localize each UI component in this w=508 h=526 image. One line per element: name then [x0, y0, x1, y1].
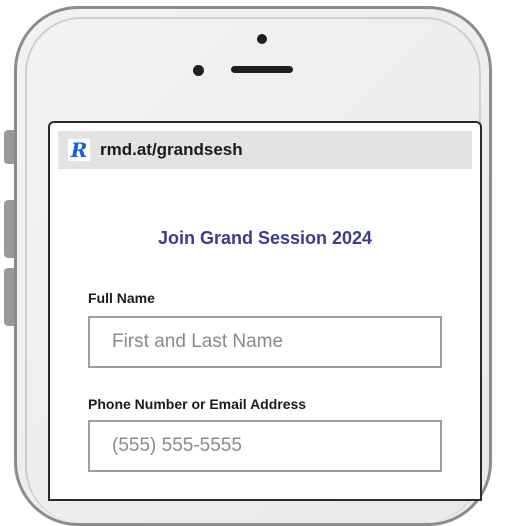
remind-r-logo-icon: R: [68, 139, 90, 161]
url-text: rmd.at/grandsesh: [100, 140, 243, 159]
svg-text:R: R: [70, 139, 88, 161]
full-name-label: Full Name: [88, 290, 155, 306]
phone-mute-switch: [4, 130, 14, 164]
contact-label: Phone Number or Email Address: [88, 396, 307, 412]
phone-screen: R rmd.at/grandsesh Join Grand Session 20…: [48, 121, 482, 501]
front-camera: [257, 34, 267, 44]
earpiece-speaker: [231, 66, 293, 73]
address-bar[interactable]: R rmd.at/grandsesh: [58, 131, 472, 169]
phone-or-email-input[interactable]: [88, 420, 442, 472]
phone-volume-down-button: [4, 268, 14, 326]
page-title: Join Grand Session 2024: [157, 228, 373, 248]
proximity-sensor: [193, 65, 204, 76]
phone-volume-up-button: [4, 200, 14, 258]
full-name-input[interactable]: [88, 316, 442, 368]
